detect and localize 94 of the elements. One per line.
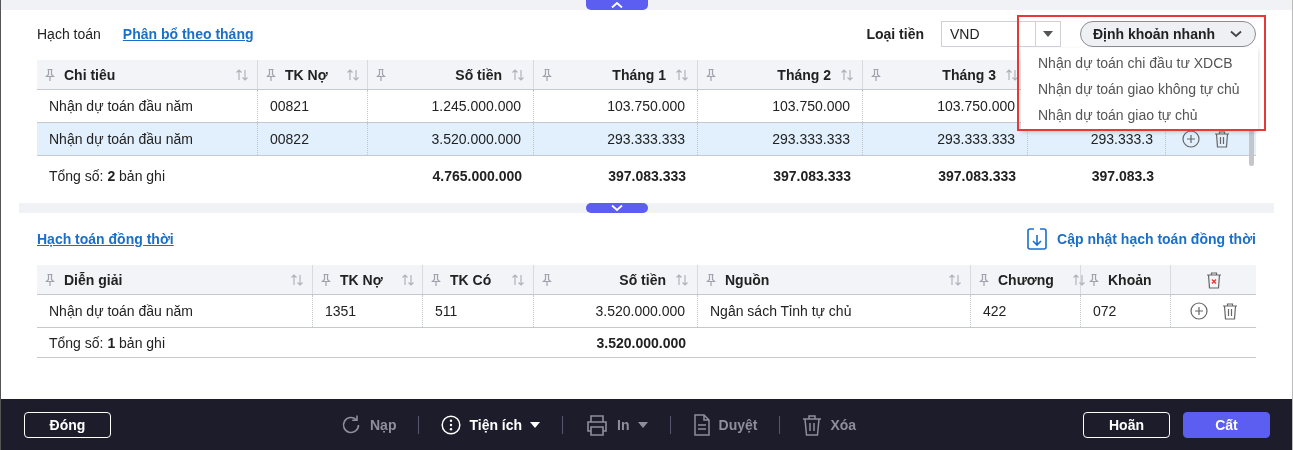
section-link[interactable]: Hạch toán đồng thời — [37, 231, 174, 247]
sort-icon[interactable] — [675, 67, 689, 82]
pin-icon[interactable] — [542, 67, 552, 82]
column-header[interactable]: TK Có — [423, 265, 534, 294]
sort-icon[interactable] — [675, 272, 689, 287]
table-cell: Nhận dự toán đầu năm — [37, 123, 258, 155]
total-amount: 3.520.000.000 — [595, 334, 687, 351]
sort-icon[interactable] — [345, 67, 360, 82]
dropdown-arrow-icon[interactable] — [1043, 31, 1053, 37]
expand-handle[interactable] — [586, 203, 648, 213]
delete-icon[interactable] — [1214, 130, 1230, 148]
total-amount: 397.083.333 — [607, 168, 687, 184]
pin-icon[interactable] — [542, 272, 552, 287]
toolbar-button[interactable]: Tiện ích — [441, 414, 541, 435]
table-row[interactable]: Nhận dự toán đầu năm 00822 3.520.000.000 293.333.333 293.333.333 293.333.333 293.333.3 — [37, 123, 1256, 156]
sort-icon[interactable] — [948, 272, 962, 287]
add-icon[interactable] — [1182, 130, 1200, 148]
table-cell: 103.750.000 — [698, 90, 863, 122]
pin-icon[interactable] — [979, 272, 989, 287]
pin-icon[interactable] — [706, 272, 716, 287]
table-cell: Nhận dự toán đầu năm — [37, 90, 258, 122]
caret-icon — [530, 421, 541, 428]
table-cell: 293.333.333 — [534, 123, 698, 155]
pin-icon[interactable] — [431, 272, 441, 287]
sort-icon[interactable] — [400, 272, 415, 287]
pin-icon[interactable] — [45, 67, 55, 82]
postpone-button[interactable]: Hoãn — [1083, 411, 1170, 438]
sort-icon[interactable] — [511, 272, 525, 287]
chevron-down-icon — [610, 204, 624, 212]
column-header[interactable]: Khoản — [1081, 265, 1171, 294]
chevron-down-icon — [1229, 30, 1244, 38]
column-header[interactable]: Số tiền — [368, 60, 534, 89]
table-cell: Nhận dự toán đầu năm — [37, 295, 313, 327]
import-icon — [1027, 228, 1048, 250]
total-amount: 397.083.333 — [937, 168, 1017, 184]
table-row[interactable]: Nhận dự toán đầu năm 1351 511 3.520.000.000 Ngân sách Tỉnh tự chủ 422 072 — [37, 295, 1256, 328]
sort-icon[interactable] — [840, 67, 854, 82]
table-cell: 293.333.333 — [698, 123, 863, 155]
table-cell: 3.520.000.000 — [534, 295, 698, 327]
table-cell: 1.245.000.000 — [368, 90, 534, 122]
table-cell: 072 — [1081, 295, 1171, 327]
add-icon[interactable] — [1189, 302, 1208, 320]
column-header[interactable]: TK Nợ — [313, 265, 423, 294]
table-cell: 3.520.000.000 — [368, 123, 534, 155]
pin-icon[interactable] — [266, 67, 276, 82]
table-cell: 1351 — [313, 295, 423, 327]
column-header[interactable]: Chương — [971, 265, 1081, 294]
printer-icon — [585, 413, 610, 436]
sort-icon[interactable] — [1071, 272, 1086, 287]
table-cell: 511 — [423, 295, 534, 327]
caret-icon — [637, 421, 648, 428]
tab[interactable]: Phân bổ theo tháng — [122, 26, 254, 42]
record-count: Tổng số: 1 bản ghi — [48, 334, 166, 351]
pin-icon[interactable] — [45, 272, 55, 287]
close-button[interactable]: Đóng — [24, 411, 111, 438]
column-header[interactable]: Tháng 2 — [698, 60, 863, 89]
total-amount: 397.083.333 — [772, 168, 852, 184]
column-header[interactable]: Nguồn — [698, 265, 971, 294]
pin-icon[interactable] — [1089, 272, 1099, 287]
quick-entry-button[interactable]: Định khoản nhanh — [1080, 21, 1256, 47]
column-header[interactable]: TK Nợ — [258, 60, 368, 89]
table-cell: 103.750.000 — [534, 90, 698, 122]
table-cell: Ngân sách Tỉnh tự chủ — [698, 295, 971, 327]
column-header[interactable]: Diễn giải — [37, 265, 313, 294]
sort-icon[interactable] — [290, 272, 304, 287]
refresh-icon — [340, 413, 362, 436]
currency-label: Loại tiền — [866, 26, 924, 42]
pin-icon[interactable] — [376, 67, 386, 82]
column-header[interactable]: Tháng 1 — [534, 60, 698, 89]
table-cell: 00822 — [258, 123, 368, 155]
more-icon — [441, 414, 462, 435]
collapse-handle[interactable] — [586, 0, 648, 10]
save-button[interactable]: Cất — [1183, 411, 1270, 438]
column-header[interactable]: Số tiền — [534, 265, 698, 294]
total-amount: 4.765.000.000 — [431, 168, 523, 184]
sort-icon[interactable] — [1005, 67, 1019, 82]
total-amount: 397.083.3 — [1090, 168, 1155, 184]
currency-select[interactable]: VND — [941, 21, 1061, 47]
update-link[interactable]: Cập nhật hạch toán đồng thời — [1027, 228, 1256, 250]
pin-icon[interactable] — [321, 272, 331, 287]
table-cell: 00821 — [258, 90, 368, 122]
tab[interactable]: Hạch toán — [37, 26, 101, 42]
record-count: Tổng số: 2 bản ghi — [48, 168, 166, 184]
pin-icon[interactable] — [871, 67, 881, 82]
document-icon — [692, 413, 711, 436]
trash-icon — [802, 413, 823, 436]
table-cell: 422 — [971, 295, 1081, 327]
delete-icon[interactable] — [1221, 302, 1238, 320]
sort-icon[interactable] — [511, 67, 525, 82]
chevron-up-icon — [610, 1, 624, 9]
sort-icon[interactable] — [235, 67, 249, 82]
delete-all-icon[interactable] — [1205, 270, 1222, 289]
pin-icon[interactable] — [706, 67, 716, 82]
column-header[interactable]: Chi tiêu — [37, 60, 258, 89]
